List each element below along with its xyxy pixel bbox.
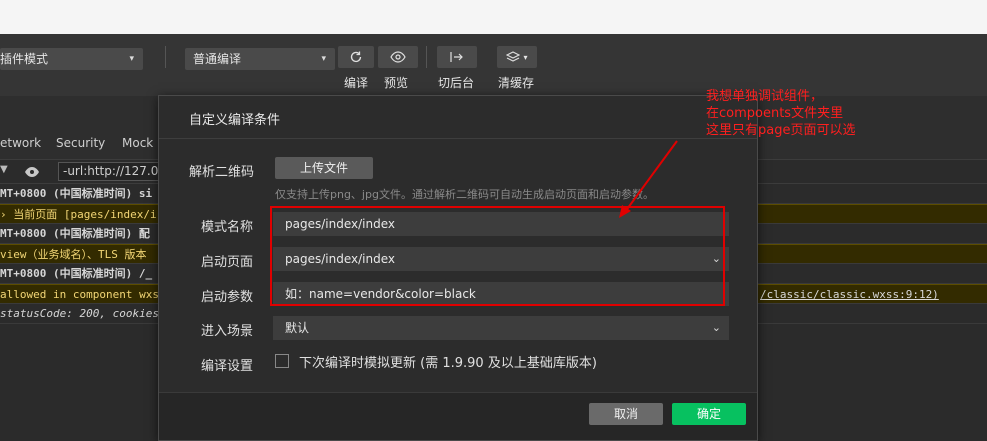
layers-icon: [506, 51, 521, 62]
background-label: 切后台: [438, 76, 475, 90]
upload-hint: 仅支持上传png、jpg文件。通过解析二维码可自动生成启动页面和启动参数。: [275, 188, 654, 201]
toolbar: 插件模式 ▾ 普通编译 ▾ ▾ 编译 预览 切后台 清缓存: [0, 34, 987, 96]
compile-settings-label: 编译设置: [201, 359, 254, 374]
annotation-highlight-box: [270, 206, 725, 306]
mode-name-label: 模式名称: [201, 220, 254, 235]
compile-label: 编译: [344, 76, 369, 90]
eye-icon[interactable]: [24, 166, 40, 178]
compile-mode-select[interactable]: 普通编译 ▾: [185, 48, 335, 70]
eye-icon: [390, 51, 406, 63]
simulate-update-checkbox[interactable]: [275, 354, 289, 368]
start-params-label: 启动参数: [201, 290, 254, 305]
chevron-down-icon: ▾: [523, 52, 528, 62]
refresh-icon: [350, 51, 362, 63]
source-link[interactable]: /classic/classic.wxss:9:12): [760, 285, 939, 303]
annotation-note: 我想单独调试组件， 在compoents文件夹里 这里只有page页面可以选: [706, 89, 856, 138]
level-dropdown-icon[interactable]: ▼: [0, 164, 8, 175]
qr-label: 解析二维码: [189, 165, 255, 180]
compile-button[interactable]: [338, 46, 374, 68]
clear-cache-button[interactable]: ▾: [497, 46, 537, 68]
mode-select[interactable]: 插件模式 ▾: [0, 48, 143, 70]
toolbar-divider: [165, 46, 166, 68]
confirm-button[interactable]: 确定: [672, 403, 746, 425]
scene-label: 进入场景: [201, 324, 254, 339]
background-button[interactable]: [437, 46, 477, 68]
mode-select-label: 插件模式: [0, 52, 49, 66]
tab-mock[interactable]: Mock: [122, 136, 153, 150]
simulate-update-label: 下次编译时模拟更新 (需 1.9.90 及以上基础库版本): [299, 356, 597, 371]
tab-security[interactable]: Security: [56, 136, 105, 150]
tab-network[interactable]: etwork: [0, 136, 41, 150]
scene-select[interactable]: 默认 ⌄: [273, 316, 729, 340]
preview-label: 预览: [384, 76, 409, 90]
upload-file-button[interactable]: 上传文件: [275, 157, 373, 179]
switch-background-icon: [450, 52, 463, 62]
preview-button[interactable]: [378, 46, 418, 68]
dialog-footer: 取消 确定: [159, 392, 757, 440]
chevron-down-icon: ▾: [321, 54, 326, 64]
clear-cache-label: 清缓存: [498, 76, 535, 90]
chevron-down-icon: ⌄: [711, 321, 721, 334]
chevron-down-icon: ▾: [129, 54, 134, 64]
start-page-label: 启动页面: [201, 255, 254, 270]
dialog-title: 自定义编译条件: [189, 113, 281, 128]
toolbar-divider: [426, 46, 427, 68]
cancel-button[interactable]: 取消: [589, 403, 663, 425]
window-top-strip: [0, 0, 987, 34]
dialog-divider: [159, 138, 757, 139]
compile-mode-label: 普通编译: [193, 52, 242, 66]
